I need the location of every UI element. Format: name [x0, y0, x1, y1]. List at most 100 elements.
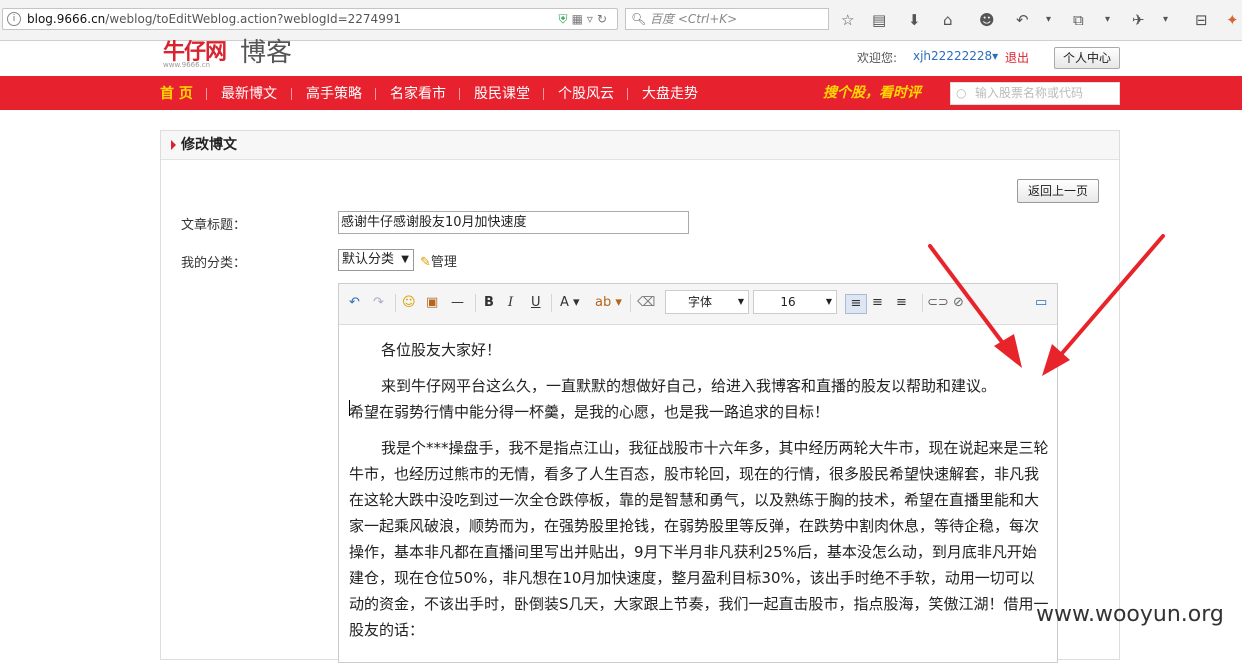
toolbar-divider	[475, 294, 476, 312]
nav-slogan: 搜个股，看时评	[823, 85, 921, 101]
image-icon[interactable]: ▣	[426, 294, 438, 312]
chat-icon[interactable]: ☻	[979, 10, 995, 30]
redo-icon[interactable]: ↷	[373, 294, 384, 312]
logo-domain: www.9666.cn	[163, 61, 211, 69]
home-icon[interactable]: ⌂	[943, 10, 953, 30]
screenshot-icon[interactable]: ⧉	[1073, 10, 1084, 30]
category-label: 我的分类：	[181, 256, 247, 271]
screenshot-dropdown-icon[interactable]: ▾	[1105, 10, 1110, 30]
back-button[interactable]: 返回上一页	[1017, 179, 1099, 203]
font-family-select[interactable]: 字体 ▼	[665, 290, 749, 314]
search-icon: ○	[956, 86, 967, 100]
highlight-color-icon[interactable]: ab ▾	[595, 294, 622, 312]
fullscreen-icon[interactable]: ▭	[1035, 294, 1047, 312]
toolbar-divider	[630, 294, 631, 312]
bold-icon[interactable]: B	[484, 294, 494, 312]
manage-category-link[interactable]: ✎管理	[420, 251, 457, 270]
font-size-value: 16	[780, 295, 796, 309]
panel-marker-icon	[171, 140, 176, 150]
nav-item-latest[interactable]: 最新博文	[221, 76, 277, 112]
nav-separator	[543, 88, 544, 100]
nav-separator	[459, 88, 460, 100]
stock-search-placeholder: 输入股票名称或代码	[975, 86, 1084, 100]
align-center-icon[interactable]: ≡	[872, 294, 883, 312]
nav-separator	[206, 88, 207, 100]
emoticon-icon[interactable]: ☺	[402, 294, 416, 312]
user-center-button[interactable]: 个人中心	[1054, 47, 1120, 69]
nav-separator	[291, 88, 292, 100]
link-icon[interactable]: ⊂⊃	[927, 294, 949, 312]
nav-separator	[627, 88, 628, 100]
rich-text-editor: ↶ ↷ ☺ ▣ — B I U A ▾ ab ▾ ⌫ 字体 ▼ 16 ▼ ≡ ≡…	[338, 283, 1058, 663]
post-title-input[interactable]: 感谢牛仔感谢股友10月加快速度	[338, 211, 689, 234]
welcome-label: 欢迎您:	[857, 51, 898, 65]
nav-separator	[375, 88, 376, 100]
site-logo[interactable]: 牛仔网 www.9666.cn	[163, 40, 229, 70]
nav-item-experts[interactable]: 名家看市	[390, 76, 446, 112]
pencil-icon: ✎	[420, 255, 431, 270]
nav-item-market[interactable]: 大盘走势	[642, 76, 698, 112]
toolbar-divider	[395, 294, 396, 312]
unlink-icon[interactable]: ⊘	[953, 294, 964, 312]
address-text: blog.9666.cn/weblog/toEditWeblog.action?…	[27, 9, 401, 29]
nav-item-strategy[interactable]: 高手策略	[306, 76, 362, 112]
logout-link[interactable]: 退出	[1005, 49, 1029, 66]
browser-search-placeholder: 百度 <Ctrl+K>	[650, 12, 738, 26]
category-value: 默认分类	[342, 252, 395, 267]
download-icon[interactable]: ⬇	[908, 10, 921, 30]
dropdown-icon[interactable]: ▿	[587, 12, 597, 26]
nav-item-stocks[interactable]: 个股风云	[558, 76, 614, 112]
url-path: /weblog/toEditWeblog.action?weblogId=227…	[105, 12, 402, 26]
italic-icon[interactable]: I	[508, 294, 513, 312]
undo-icon[interactable]: ↶	[349, 294, 360, 312]
nav-item-classroom[interactable]: 股民课堂	[474, 76, 530, 112]
search-icon: 🔍︎	[631, 12, 647, 26]
content-paragraph-2: 我是个***操盘手，我不是指点江山，我征战股市十六年多，其中经历两轮大牛市，现在…	[349, 439, 1049, 639]
stock-search-input[interactable]: ○ 输入股票名称或代码	[950, 82, 1120, 105]
watermark: www.wooyun.org	[1036, 602, 1224, 627]
content-paragraph-1b: 希望在弱势行情中能分得一杯羹，是我的心愿，也是我一路追求的目标！	[349, 403, 830, 421]
text-caret	[349, 400, 350, 416]
toolbar-divider	[551, 294, 552, 312]
panel-header: 修改博文	[161, 131, 1119, 160]
font-size-select[interactable]: 16 ▼	[753, 290, 837, 314]
eraser-icon[interactable]: ⌫	[637, 294, 655, 312]
section-name: 博客	[240, 38, 293, 68]
font-color-icon[interactable]: A ▾	[560, 294, 580, 312]
extension-icon[interactable]: ✈	[1132, 10, 1145, 30]
editor-toolbar: ↶ ↷ ☺ ▣ — B I U A ▾ ab ▾ ⌫ 字体 ▼ 16 ▼ ≡ ≡…	[339, 284, 1057, 325]
addon-icon[interactable]: ✦	[1226, 10, 1239, 30]
reading-list-icon[interactable]: ▤	[872, 10, 886, 30]
url-host: blog.9666.cn	[27, 12, 106, 26]
username-link[interactable]: xjh22222228▾	[913, 49, 998, 63]
qr-code-icon[interactable]: ▦	[572, 12, 587, 26]
toolbar-divider	[922, 294, 923, 312]
panel-title: 修改博文	[181, 137, 237, 153]
content-greeting: 各位股友大家好！	[381, 341, 502, 359]
nav-item-home[interactable]: 首 页	[160, 76, 193, 112]
align-left-icon[interactable]: ≡	[845, 294, 867, 314]
browser-toolbar: i blog.9666.cn/weblog/toEditWeblog.actio…	[0, 0, 1242, 41]
chevron-down-icon: ▼	[825, 297, 832, 306]
content-paragraph-1a: 来到牛仔网平台这么久，一直默默的想做好自己，给进入我博客和直播的股友以帮助和建议…	[381, 377, 997, 395]
underline-icon[interactable]: U	[531, 294, 541, 312]
sync-icon[interactable]: ⊟	[1195, 10, 1208, 30]
chevron-down-icon: ▼	[401, 254, 409, 265]
extension-dropdown-icon[interactable]: ▾	[1163, 10, 1168, 30]
address-bar[interactable]: i blog.9666.cn/weblog/toEditWeblog.actio…	[2, 8, 618, 30]
undo-dropdown-icon[interactable]: ▾	[1046, 10, 1051, 30]
category-select[interactable]: 默认分类 ▼	[338, 249, 414, 271]
title-label: 文章标题：	[181, 218, 247, 233]
security-shield-icon[interactable]: ⛨	[559, 12, 572, 26]
globe-icon: i	[7, 12, 21, 26]
manage-label: 管理	[430, 255, 457, 270]
chevron-down-icon: ▼	[737, 297, 744, 306]
undo-close-icon[interactable]: ↶	[1016, 10, 1029, 30]
horizontal-rule-icon[interactable]: —	[451, 294, 464, 312]
align-right-icon[interactable]: ≡	[896, 294, 907, 312]
bookmark-star-icon[interactable]: ☆	[841, 10, 854, 30]
address-bar-icons: ⛨▦▿↻	[559, 9, 611, 29]
browser-search-box[interactable]: 🔍︎ 百度 <Ctrl+K>	[625, 8, 829, 30]
font-family-value: 字体	[687, 295, 712, 309]
reload-icon[interactable]: ↻	[597, 12, 611, 26]
